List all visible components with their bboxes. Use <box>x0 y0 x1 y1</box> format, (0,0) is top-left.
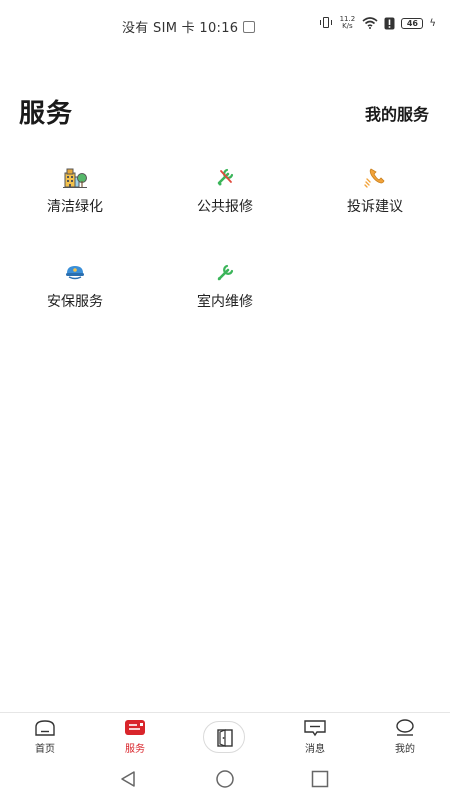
door-icon <box>217 729 233 747</box>
wifi-icon <box>362 17 378 29</box>
carrier-time: 没有 SIM 卡 10:16 <box>122 17 256 36</box>
status-icons: 11.2 K/s 46 ϟ <box>320 16 436 30</box>
wrench-screwdriver-icon <box>211 163 239 191</box>
nav-home[interactable]: 首页 <box>0 713 90 763</box>
home-circle-icon[interactable] <box>215 770 235 792</box>
nav-label: 首页 <box>35 744 55 755</box>
message-icon <box>303 718 327 738</box>
wrench-icon <box>211 258 239 286</box>
sim-icon <box>243 21 256 33</box>
recents-icon[interactable] <box>311 770 329 792</box>
page-title: 服务 <box>19 99 74 129</box>
home-icon <box>33 718 57 738</box>
system-nav-bar <box>0 762 450 800</box>
service-label: 室内维修 <box>197 294 253 310</box>
nav-label: 消息 <box>305 744 325 755</box>
nav-label: 我的 <box>395 744 415 755</box>
back-icon[interactable] <box>119 770 137 792</box>
my-services-link[interactable]: 我的服务 <box>365 101 429 125</box>
service-public-repair[interactable]: 公共报修 <box>150 163 300 233</box>
service-label: 安保服务 <box>47 294 103 310</box>
charging-icon: ϟ <box>429 17 436 29</box>
service-cleaning-greening[interactable]: 清洁绿化 <box>0 163 150 233</box>
building-tree-icon <box>61 163 89 191</box>
nav-service[interactable]: 服务 <box>90 713 180 763</box>
status-bar: 没有 SIM 卡 10:16 11.2 K/s 46 ϟ <box>0 0 450 52</box>
profile-icon <box>393 718 417 738</box>
service-label: 公共报修 <box>197 199 253 215</box>
phone-icon <box>361 163 389 191</box>
vibrate-icon <box>320 17 333 29</box>
alert-icon <box>384 17 395 30</box>
nav-messages[interactable]: 消息 <box>270 713 360 763</box>
security-cap-icon <box>61 258 89 286</box>
net-speed: 11.2 K/s <box>338 16 356 30</box>
nav-label: 服务 <box>125 744 145 755</box>
nav-profile[interactable]: 我的 <box>360 713 450 763</box>
service-indoor-repair[interactable]: 室内维修 <box>150 258 300 328</box>
service-label: 清洁绿化 <box>47 199 103 215</box>
service-security[interactable]: 安保服务 <box>0 258 150 328</box>
service-complaint-suggestion[interactable]: 投诉建议 <box>300 163 450 233</box>
service-label: 投诉建议 <box>347 199 403 215</box>
battery-icon: 46 <box>401 17 424 29</box>
door-button[interactable] <box>203 721 245 753</box>
carrier-time-text: 没有 SIM 卡 10:16 <box>122 21 239 36</box>
net-speed-unit: K/s <box>342 22 353 30</box>
bottom-nav: 首页 服务 消息 我的 <box>0 712 450 763</box>
service-icon <box>123 718 147 738</box>
